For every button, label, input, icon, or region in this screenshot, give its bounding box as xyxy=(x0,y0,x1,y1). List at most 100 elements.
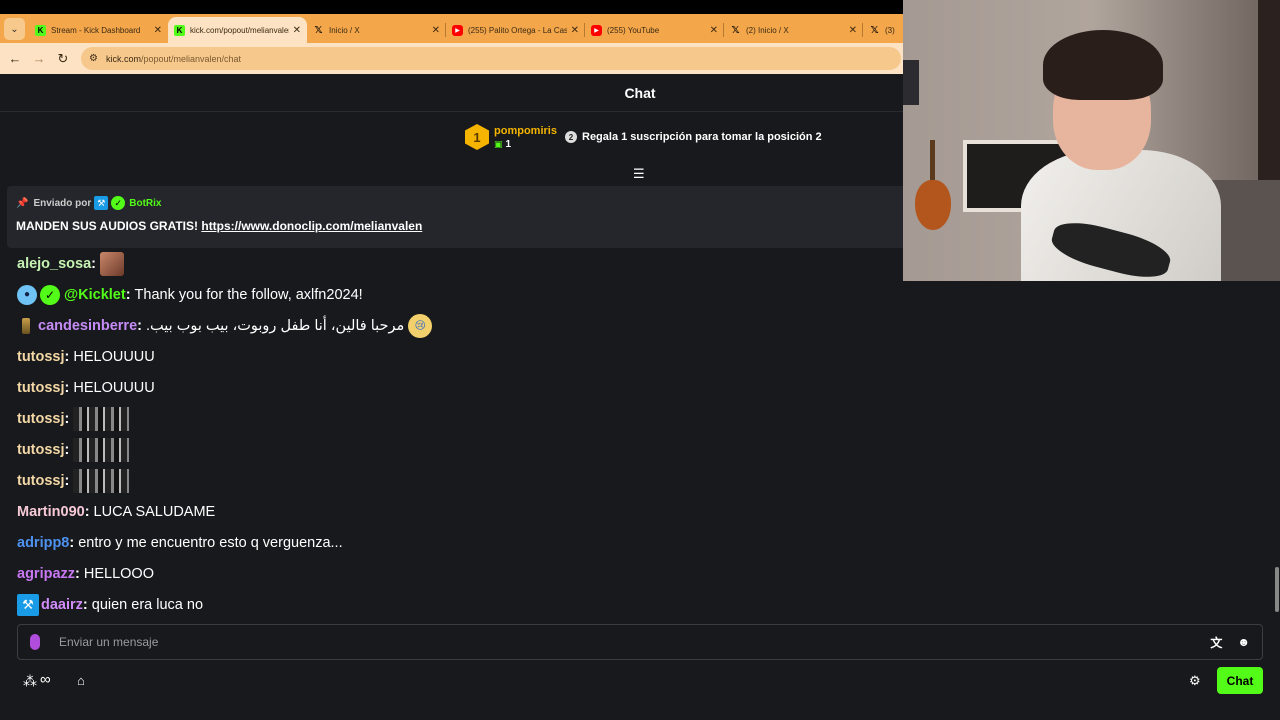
webcam-overlay xyxy=(903,0,1280,281)
browser-address-bar: ← → ↻ ⚙ kick.com/popout/melianvalen/chat xyxy=(0,43,903,74)
chat-message-text: HELOUUUU xyxy=(73,348,155,365)
pinned-link[interactable]: https://www.donoclip.com/melianvalen xyxy=(201,219,422,233)
chat-username[interactable]: tutossj xyxy=(17,380,65,396)
gift-leaderboard-top[interactable]: 1 pompomiris ▣ 1 xyxy=(465,124,557,150)
browser-tab-strip: ⌄ K Stream - Kick Dashboard ✕ K kick.com… xyxy=(0,14,903,43)
tab-kick-popout-chat[interactable]: K kick.com/popout/melianvalen/chat ✕ xyxy=(168,17,307,43)
chat-message: ⚒ daairz: quien era luca no xyxy=(17,589,897,620)
chat-username[interactable]: agripazz xyxy=(17,566,75,582)
tab-x-inicio-2[interactable]: 𝕏 (2) Inicio / X ✕ xyxy=(724,17,863,43)
gear-icon[interactable]: ⚙ xyxy=(1189,673,1201,689)
url-field[interactable]: ⚙ kick.com/popout/melianvalen/chat xyxy=(81,47,901,70)
chat-username[interactable]: tutossj xyxy=(17,349,65,365)
chat-message: alejo_sosa: xyxy=(17,248,897,279)
pinned-message: 📌 Enviado por ⚒ ✓ BotRix MANDEN SUS AUDI… xyxy=(7,186,903,248)
chat-username[interactable]: tutossj xyxy=(17,411,65,427)
infinity-icon[interactable]: ∞ xyxy=(40,671,51,688)
close-icon[interactable]: ✕ xyxy=(710,25,718,36)
channel-points-icon[interactable]: ⁂ xyxy=(23,673,37,690)
tab-youtube-palito[interactable]: ▶ (255) Palito Ortega - La Casa del Sol … xyxy=(446,17,585,43)
chat-message-text: HELOUUUU xyxy=(73,379,155,396)
leaderboard-username: pompomiris xyxy=(494,124,557,137)
chat-username[interactable]: adripp8 xyxy=(17,535,69,551)
forward-arrow-icon[interactable]: → xyxy=(27,51,51,66)
chat-scrollbar[interactable] xyxy=(1275,567,1279,612)
site-settings-icon[interactable]: ⚙ xyxy=(89,53,98,64)
chat-message: tutossj: xyxy=(17,403,897,434)
chat-message-text: LUCA SALUDAME xyxy=(93,503,216,520)
kick-badge-icon: ⚒ xyxy=(17,593,39,616)
chat-username[interactable]: @Kicklet xyxy=(64,287,126,303)
chat-message: agripazz: HELLOOO xyxy=(17,565,154,582)
close-icon[interactable]: ✕ xyxy=(432,25,440,36)
chat-message: tutossj: HELOUUUU xyxy=(17,379,155,396)
gift-subscription-cta[interactable]: 2 Regala 1 suscripción para tomar la pos… xyxy=(565,131,822,143)
kick-logo-icon: K xyxy=(35,24,46,36)
chat-message-text: Thank you for the follow, axlfn2024! xyxy=(134,286,363,303)
chat-username[interactable]: tutossj xyxy=(17,442,65,458)
chat-message: candesinberre: مرحبا فالين، أنا طفل روبو… xyxy=(17,310,897,341)
chat-message: Martin090: LUCA SALUDAME xyxy=(17,503,216,520)
tab-youtube[interactable]: ▶ (255) YouTube ✕ xyxy=(585,17,724,43)
translate-icon[interactable]: 文 xyxy=(1210,634,1222,651)
x-logo-icon: 𝕏 xyxy=(870,24,879,36)
gift-icon: ▣ xyxy=(494,138,503,149)
chat-bottom-bar: ⁂ ∞ ⌂ ⚙ Chat xyxy=(0,665,1280,697)
gif-emote[interactable] xyxy=(73,437,130,462)
chat-username[interactable]: tutossj xyxy=(17,473,65,489)
close-icon[interactable]: ✕ xyxy=(293,25,301,36)
rank-badge: 1 xyxy=(465,124,489,150)
face-emote[interactable] xyxy=(100,251,125,276)
chat-message-text: entro y me encuentro esto q verguenza... xyxy=(78,534,343,551)
youtube-logo-icon: ▶ xyxy=(452,24,463,36)
chat-message: tutossj: HELOUUUU xyxy=(17,348,155,365)
chat-message: tutossj: xyxy=(17,465,897,496)
pinned-sender[interactable]: BotRix xyxy=(129,198,161,209)
chat-title: Chat xyxy=(624,84,656,101)
gift-count: 1 xyxy=(505,138,512,150)
close-icon[interactable]: ✕ xyxy=(571,25,579,36)
chat-message-text: HELLOOO xyxy=(83,565,154,582)
robot-badge-icon: ● xyxy=(17,284,37,305)
chat-message-input[interactable] xyxy=(59,635,1196,649)
close-icon[interactable]: ✕ xyxy=(154,25,162,36)
x-logo-icon: 𝕏 xyxy=(731,24,740,36)
close-icon[interactable]: ✕ xyxy=(849,25,857,36)
emoji-icon[interactable]: ☻ xyxy=(1237,635,1250,649)
chat-username[interactable]: daairz xyxy=(41,597,83,613)
rank-two-icon: 2 xyxy=(565,131,577,143)
tab-search-dropdown[interactable]: ⌄ xyxy=(4,18,25,40)
gif-emote[interactable] xyxy=(73,406,130,431)
microphone-icon[interactable] xyxy=(30,634,40,650)
chat-username[interactable]: Martin090 xyxy=(17,504,85,520)
chat-username[interactable]: candesinberre xyxy=(38,318,137,334)
chat-message-text: مرحبا فالين، أنا طفل روبوت، بيب بوب بيب. xyxy=(145,317,405,334)
tab-kick-dashboard[interactable]: K Stream - Kick Dashboard ✕ xyxy=(29,17,168,43)
tab-x-3[interactable]: 𝕏 (3) X xyxy=(863,17,903,43)
pinned-message-text: MANDEN SUS AUDIOS GRATIS! https://www.do… xyxy=(16,219,423,233)
chat-message-list: alejo_sosa: ● ✓ @Kicklet: Thank you for … xyxy=(17,248,897,620)
chat-message-text: quien era luca no xyxy=(91,596,204,613)
bot-badge-icon: ⚒ xyxy=(94,196,109,210)
crying-emote-icon[interactable]: 😢 xyxy=(408,313,433,338)
send-chat-button[interactable]: Chat xyxy=(1217,667,1263,694)
verified-badge-icon: ✓ xyxy=(111,196,126,210)
streamer-image xyxy=(1021,30,1221,281)
verified-badge-icon: ✓ xyxy=(40,284,60,305)
chat-username[interactable]: alejo_sosa xyxy=(17,256,91,272)
gif-emote[interactable] xyxy=(73,468,130,493)
kick-logo-icon: K xyxy=(174,24,185,36)
tab-x-inicio[interactable]: 𝕏 Inicio / X ✕ xyxy=(307,17,446,43)
back-arrow-icon[interactable]: ← xyxy=(3,51,27,66)
guitar-image xyxy=(913,140,953,232)
pin-icon: 📌 xyxy=(16,197,29,209)
collapse-list-icon[interactable]: ☰ xyxy=(633,166,645,182)
chat-message: ● ✓ @Kicklet: Thank you for the follow, … xyxy=(17,279,897,310)
youtube-logo-icon: ▶ xyxy=(591,24,602,36)
chat-input-box: 文 ☻ xyxy=(17,624,1263,660)
x-logo-icon: 𝕏 xyxy=(314,24,323,36)
reload-icon[interactable]: ↻ xyxy=(51,51,75,67)
store-icon[interactable]: ⌂ xyxy=(77,673,85,688)
chat-message: tutossj: xyxy=(17,434,897,465)
bottle-badge-icon xyxy=(22,317,30,334)
